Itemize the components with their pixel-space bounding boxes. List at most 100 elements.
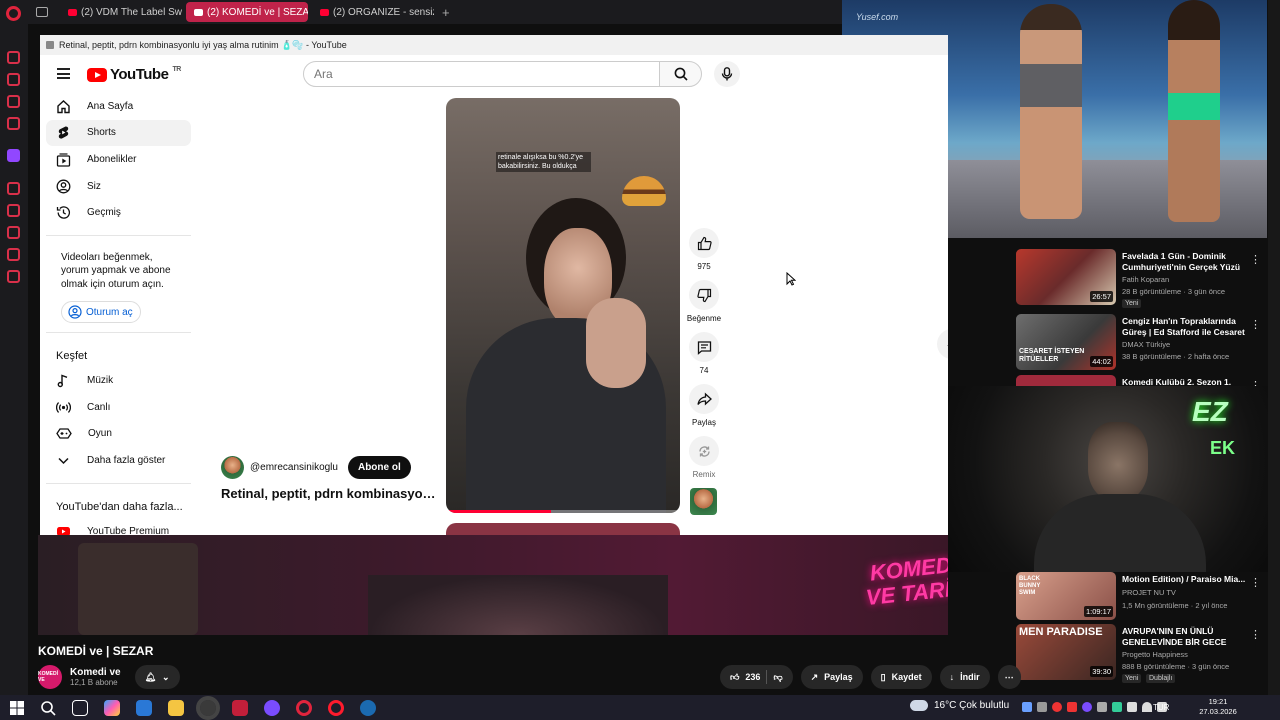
nav-home[interactable]: Ana Sayfa <box>46 93 191 120</box>
save-button[interactable]: ▯ Kaydet <box>870 665 932 689</box>
rec-thumbnail[interactable]: MEN PARADISE 39:30 <box>1016 624 1116 680</box>
next-short-preview[interactable] <box>446 523 680 535</box>
remix-action[interactable]: Remix <box>685 436 723 479</box>
nav-history[interactable]: Geçmiş <box>46 199 191 226</box>
nav-shorts[interactable]: Shorts <box>46 119 191 147</box>
bookmarks-icon[interactable] <box>7 204 20 217</box>
rec-thumbnail[interactable]: CESARET İSTEYEN RİTÜELLER 44:02 <box>1016 314 1116 370</box>
search-input[interactable] <box>303 61 660 87</box>
comments-action[interactable]: 74 <box>685 332 723 375</box>
file-explorer-icon[interactable] <box>168 699 184 716</box>
comments-button[interactable] <box>689 332 719 362</box>
tab-menu-icon[interactable] <box>36 7 48 17</box>
voicemod-icon[interactable] <box>232 699 248 716</box>
rec-channel[interactable]: Progetto Happiness <box>1122 650 1188 659</box>
downloads-icon[interactable] <box>7 248 20 261</box>
tray-icon[interactable] <box>1082 702 1092 712</box>
channel-handle[interactable]: @emrecansinikoglu <box>250 462 338 473</box>
tray-icon[interactable] <box>1112 702 1122 712</box>
rec-title[interactable]: Motion Edition) / Paraiso Mia... <box>1122 574 1246 585</box>
player-icon[interactable] <box>7 182 20 195</box>
hamburger-menu-icon[interactable] <box>57 68 70 79</box>
input-language[interactable]: TUR <box>1153 703 1169 712</box>
rec-thumbnail[interactable]: 26:57 <box>1016 249 1116 305</box>
tray-icon[interactable] <box>1067 702 1077 712</box>
nav-gaming[interactable]: Oyun <box>46 421 191 448</box>
settings-icon[interactable] <box>7 270 20 283</box>
channel-avatar[interactable]: KOMEDİ VE <box>38 665 62 689</box>
download-button[interactable]: ↓ İndir <box>939 665 990 689</box>
voice-search-button[interactable] <box>714 61 740 87</box>
rec-item-favelada[interactable]: 26:57 Favelada 1 Gün - Dominik Cumhuriye… <box>1016 249 1262 308</box>
tab-komedi[interactable]: (2) KOMEDİ ve | SEZAR - <box>186 2 308 22</box>
taskbar-clock[interactable]: 19:21 27.03.2026 <box>1198 697 1238 717</box>
stream-video[interactable]: KOMEDİ VE TARİH <box>38 535 948 635</box>
outlook-icon[interactable] <box>136 699 152 716</box>
steam-icon[interactable] <box>360 699 376 716</box>
shopping-icon[interactable] <box>7 73 20 86</box>
tab-vdm[interactable]: (2) VDM The Label Swimw <box>60 2 182 22</box>
nav-premium[interactable]: YouTube Premium <box>46 518 191 535</box>
next-short-button[interactable] <box>937 329 948 359</box>
share-short-button[interactable] <box>689 384 719 414</box>
windows-start-icon[interactable] <box>10 700 24 715</box>
twitch-icon[interactable] <box>7 149 20 162</box>
rec-item-avrupa[interactable]: MEN PARADISE 39:30 AVRUPA'NIN EN ÜNLÜ GE… <box>1016 624 1262 683</box>
obs-icon[interactable] <box>196 695 220 720</box>
rec-item-paraiso[interactable]: BLACK BUNNY SWIM 1:09:17 Motion Edition)… <box>1016 572 1262 630</box>
weather-widget[interactable]: 16°C Çok bulutlu <box>910 700 1009 711</box>
more-vert-icon[interactable]: ⋮ <box>1250 628 1261 641</box>
like-button[interactable] <box>689 228 719 258</box>
short-video-player[interactable]: retinale alışıksa bu %0.2'ye bakabilirsi… <box>446 98 680 513</box>
tray-icon[interactable] <box>1037 702 1047 712</box>
opera-icon[interactable] <box>328 699 344 716</box>
signin-button[interactable]: Oturum aç <box>61 301 141 324</box>
page-scrollbar[interactable] <box>1268 0 1280 695</box>
discord-icon[interactable] <box>264 699 280 716</box>
nav-you[interactable]: Siz <box>46 173 191 200</box>
tray-icon[interactable] <box>1097 702 1107 712</box>
nav-subscriptions[interactable]: Abonelikler <box>46 146 191 173</box>
channel-name[interactable]: Komedi ve <box>70 667 121 678</box>
rec-channel[interactable]: Fatih Koparan <box>1122 275 1169 284</box>
search-taskbar-icon[interactable] <box>40 700 56 716</box>
rec-title[interactable]: Favelada 1 Gün - Dominik Cumhuriyeti'nin… <box>1122 251 1246 273</box>
tray-icon[interactable] <box>1022 702 1032 712</box>
channel-avatar[interactable] <box>221 456 244 479</box>
share-action[interactable]: Paylaş <box>685 384 723 427</box>
mail-icon[interactable] <box>7 117 20 130</box>
rec-thumbnail[interactable]: BLACK BUNNY SWIM 1:09:17 <box>1016 572 1116 620</box>
more-button[interactable]: ⋯ <box>997 665 1021 689</box>
search-button[interactable] <box>659 61 702 87</box>
task-view-icon[interactable] <box>72 699 88 716</box>
opera-gx-icon[interactable] <box>296 699 312 716</box>
rec-title[interactable]: AVRUPA'NIN EN ÜNLÜ GENELEVİNDE BİR GECE <box>1122 626 1246 648</box>
wifi-icon[interactable] <box>1142 702 1152 712</box>
opera-logo-icon[interactable] <box>6 6 21 21</box>
notification-bell-button[interactable]: 🔔︎ ⌄ <box>134 665 180 689</box>
share-button[interactable]: ↗ Paylaş <box>800 665 863 689</box>
show-more-button[interactable]: Daha fazla göster <box>46 447 191 474</box>
rec-item-cengiz[interactable]: CESARET İSTEYEN RİTÜELLER 44:02 Cengiz H… <box>1016 314 1262 372</box>
more-vert-icon[interactable]: ⋮ <box>1250 318 1261 331</box>
history-sidebar-icon[interactable] <box>7 226 20 239</box>
new-tab-button[interactable]: + <box>442 5 450 20</box>
window-titlebar[interactable]: Retinal, peptit, pdrn kombinasyonlu iyi … <box>40 35 948 55</box>
tray-icon[interactable] <box>1052 702 1062 712</box>
dislike-button[interactable] <box>689 280 719 310</box>
sound-source-avatar[interactable] <box>690 488 717 515</box>
rec-title[interactable]: Cengiz Han'ın Topraklarında Güreş | Ed S… <box>1122 316 1246 338</box>
nav-live[interactable]: Canlı <box>46 394 191 421</box>
subscribe-button[interactable]: Abone ol <box>347 456 411 479</box>
like-dislike-button[interactable]: 👍︎ 236 👎︎ <box>720 665 793 689</box>
like-action[interactable]: 975 <box>685 228 723 271</box>
tab-organize[interactable]: (2) ORGANIZE - sensiz [Cl <box>312 2 434 22</box>
copilot-icon[interactable] <box>104 699 120 716</box>
nav-music[interactable]: Müzik <box>46 367 191 394</box>
messenger-icon[interactable] <box>7 95 20 108</box>
short-title[interactable]: Retinal, peptit, pdrn kombinasyonlu iyi … <box>221 486 441 501</box>
remix-button[interactable] <box>689 436 719 466</box>
rec-channel[interactable]: PROJET NU TV <box>1122 588 1176 597</box>
youtube-logo[interactable]: YouTube TR <box>87 66 181 83</box>
dislike-action[interactable]: Beğenme <box>685 280 723 323</box>
